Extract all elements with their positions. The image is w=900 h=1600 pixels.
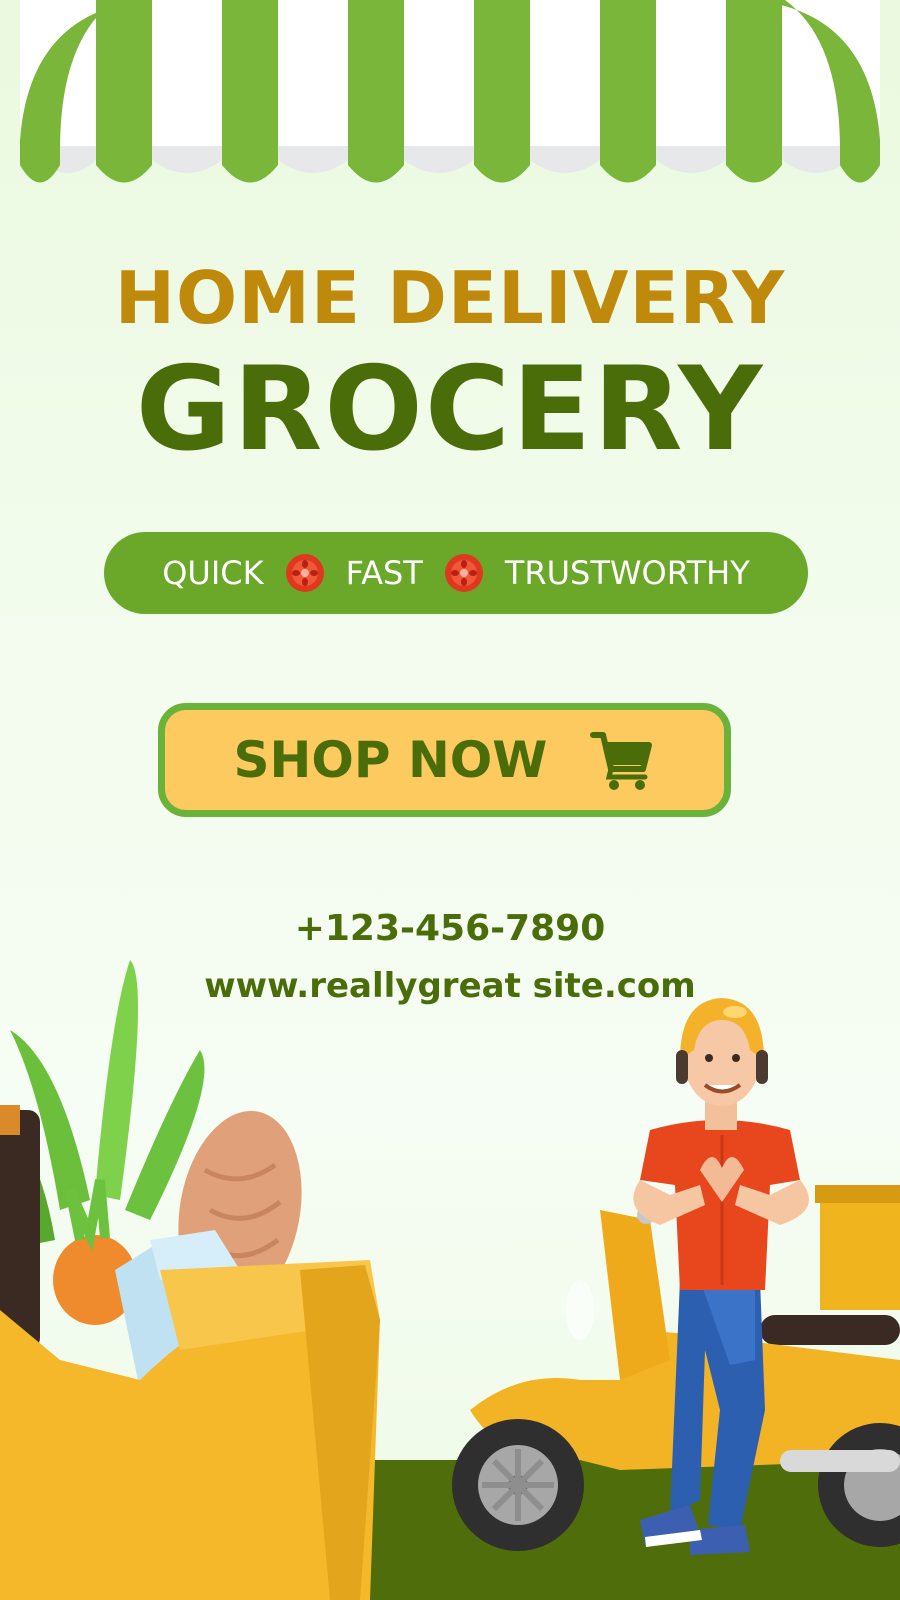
tomato-icon <box>285 554 324 592</box>
poster: HOME DELIVERY GROCERY QUICK FAST TRUSTWO… <box>0 0 900 1600</box>
striped-awning <box>20 0 880 183</box>
tagline-pill: QUICK FAST TRUSTWORTHY <box>104 532 808 614</box>
headline-grocery: GROCERY <box>135 342 765 477</box>
tomato-icon <box>444 554 483 592</box>
shop-now-button[interactable]: SHOP NOW <box>158 703 731 817</box>
tagline-fast: FAST <box>345 554 423 592</box>
tagline-trustworthy: TRUSTWORTHY <box>504 554 750 592</box>
headline-home-delivery: HOME DELIVERY <box>114 256 786 340</box>
grocery-bag-image <box>0 960 380 1600</box>
delivery-illustration <box>0 960 900 1600</box>
shop-now-label: SHOP NOW <box>233 731 548 789</box>
tagline-quick: QUICK <box>162 554 264 592</box>
cart-icon <box>590 732 653 790</box>
